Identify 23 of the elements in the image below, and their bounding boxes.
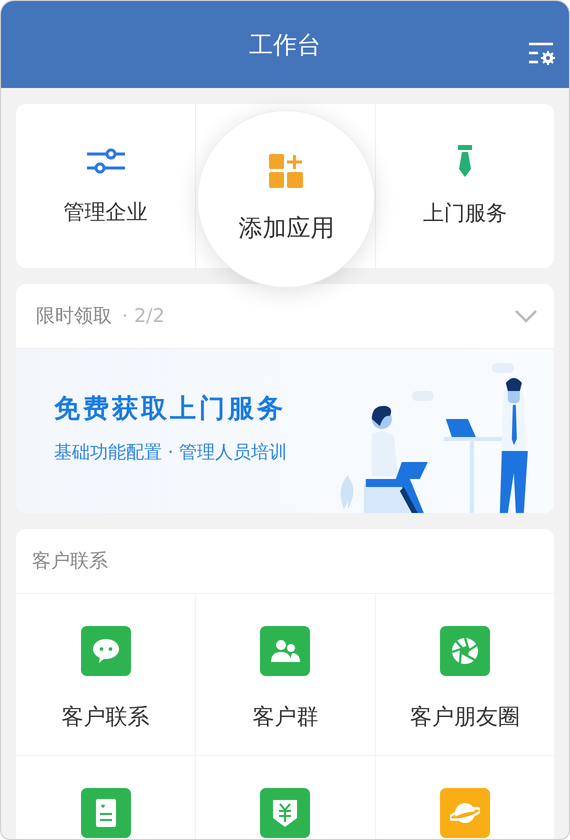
section-title: 客户联系 bbox=[32, 549, 108, 574]
chat-bubble-icon[interactable] bbox=[80, 626, 131, 676]
aperture-icon[interactable] bbox=[440, 626, 490, 676]
app-label[interactable]: 客户联系 bbox=[62, 702, 150, 732]
sliders-icon bbox=[86, 146, 126, 176]
page-counter: · 2/2 bbox=[122, 305, 166, 327]
page-title: 工作台 bbox=[249, 30, 321, 60]
planet-icon[interactable] bbox=[440, 788, 490, 838]
tie-icon bbox=[458, 145, 472, 177]
app-label[interactable]: 客户群 bbox=[252, 702, 318, 732]
add-app-icon bbox=[269, 154, 304, 188]
banner-subtitle: 基础功能配置 · 管理人员培训 bbox=[54, 441, 288, 464]
document-icon[interactable] bbox=[80, 788, 131, 838]
banner-headline: 免费获取上门服务 bbox=[54, 393, 287, 426]
chevron-icon[interactable] bbox=[514, 308, 538, 324]
people-icon[interactable] bbox=[260, 626, 310, 676]
app-label[interactable]: 客户朋友圈 bbox=[410, 702, 520, 732]
quick-action-label[interactable]: 添加应用 bbox=[238, 212, 334, 244]
yuan-shield-icon[interactable] bbox=[260, 788, 310, 838]
section-title: 限时领取 bbox=[36, 304, 112, 329]
quick-action-label[interactable]: 管理企业 bbox=[64, 198, 148, 226]
promo-banner[interactable]: 免费获取上门服务 基础功能配置 · 管理人员培训 bbox=[16, 349, 554, 513]
quick-action-label[interactable]: 上门服务 bbox=[422, 199, 507, 227]
